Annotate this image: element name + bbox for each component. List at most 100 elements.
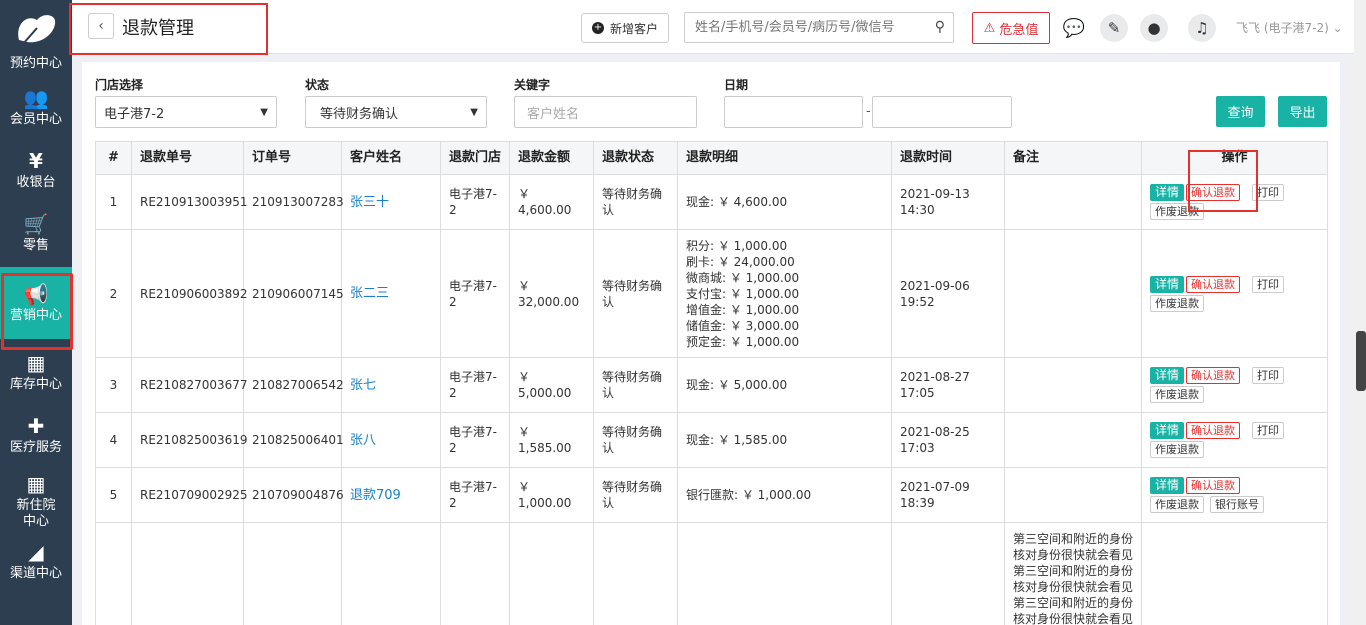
- table-row: 1 RE210913003951 210913007283 张三十 电子港7-2…: [95, 174, 1328, 230]
- sidebar-item-members[interactable]: 👥 会员中心: [0, 76, 72, 139]
- wechat-icon[interactable]: 💬: [1060, 14, 1088, 42]
- sidebar-item-retail[interactable]: 🛒 零售: [0, 202, 72, 265]
- highlight-box-actions: [1188, 150, 1258, 212]
- confirm-refund-button[interactable]: 确认退款: [1186, 422, 1241, 439]
- danger-value-button[interactable]: ⚠ 危急值: [972, 12, 1050, 44]
- user-name: 飞飞 (电子港7-2): [1236, 21, 1329, 35]
- cell-index: [95, 522, 132, 625]
- cell-note: 第三空间和附近的身份核对身份很快就会看见第三空间和附近的身份核对身份很快就会看见…: [1004, 522, 1142, 625]
- bank-account-button[interactable]: 银行账号: [1210, 496, 1264, 513]
- table-row: 5 RE210709002925 210709004876 退款709 电子港7…: [95, 467, 1328, 523]
- cell-status: [593, 522, 678, 625]
- cell-customer: [341, 522, 441, 625]
- col-header-amount: 退款金额: [509, 141, 594, 175]
- detail-line: 现金: ￥ 4,600.00: [686, 195, 788, 209]
- cell-detail: 现金: ￥ 5,000.00: [677, 357, 892, 413]
- page-scrollbar[interactable]: [1354, 0, 1366, 625]
- customer-link[interactable]: 张二三: [350, 286, 389, 301]
- cell-amount: ￥ 1,585.00: [509, 412, 594, 468]
- sidebar-item-label: 预约中心: [9, 56, 62, 71]
- medkit-icon: ✚: [27, 414, 45, 438]
- sidebar-item-hospital[interactable]: ▦ 新住院中心: [0, 467, 72, 535]
- confirm-refund-button[interactable]: 确认退款: [1186, 275, 1241, 293]
- cell-refund-no: RE210827003677: [131, 357, 248, 413]
- cell-amount: ￥ 4,600.00: [509, 174, 594, 230]
- cell-note: [1004, 467, 1142, 523]
- scrollbar-thumb[interactable]: [1356, 331, 1366, 391]
- print-button[interactable]: 打印: [1252, 422, 1285, 439]
- cell-detail: 现金: ￥ 1,585.00: [677, 412, 892, 468]
- col-header-status: 退款状态: [593, 141, 678, 175]
- export-button[interactable]: 导出: [1278, 96, 1327, 127]
- void-refund-button[interactable]: 作废退款: [1150, 294, 1204, 312]
- print-button[interactable]: 打印: [1252, 367, 1285, 384]
- customer-link[interactable]: 张八: [350, 433, 376, 448]
- void-refund-button[interactable]: 作废退款: [1150, 386, 1204, 403]
- cell-index: 2: [95, 229, 132, 358]
- user-menu[interactable]: 飞飞 (电子港7-2) ⌄: [1236, 19, 1343, 36]
- cell-actions: 详情 确认退款 作废退款 银行账号: [1141, 467, 1328, 523]
- cell-refund-no: [131, 522, 244, 625]
- print-button[interactable]: 打印: [1252, 275, 1285, 293]
- confirm-refund-button[interactable]: 确认退款: [1186, 367, 1241, 384]
- cell-note: [1004, 412, 1142, 468]
- chevron-down-icon: ⌄: [1332, 21, 1343, 35]
- cell-customer: 张三十: [341, 174, 441, 230]
- danger-value-label: 危急值: [999, 22, 1039, 38]
- new-customer-button[interactable]: + 新增客户: [581, 13, 670, 43]
- store-select-value: 电子港7-2: [104, 106, 165, 122]
- query-button[interactable]: 查询: [1216, 96, 1265, 127]
- group-icon[interactable]: ●: [1140, 14, 1168, 42]
- cell-actions: 详情 确认退款 打印 作废退款: [1141, 412, 1328, 468]
- detail-button[interactable]: 详情: [1150, 275, 1185, 293]
- void-refund-button[interactable]: 作废退款: [1150, 496, 1204, 513]
- customer-link[interactable]: 退款709: [350, 488, 401, 503]
- sidebar-item-channels[interactable]: ◢ 渠道中心: [0, 535, 72, 581]
- cell-order-no: 210906007145: [243, 229, 344, 358]
- sidebar-item-inventory[interactable]: ▦ 库存中心: [0, 341, 72, 404]
- cell-store: 电子港7-2: [440, 174, 510, 230]
- global-search[interactable]: ⚲: [684, 12, 954, 43]
- customer-link[interactable]: 张七: [350, 378, 376, 393]
- sidebar-item-appointment[interactable]: 预约中心: [0, 56, 72, 76]
- alert-icon: ⚠: [983, 20, 996, 36]
- sitemap-icon: ◢: [28, 540, 44, 564]
- bell-icon[interactable]: ♫: [1188, 14, 1216, 42]
- cell-note: [1004, 357, 1142, 413]
- detail-line: 现金: ￥ 5,000.00: [686, 378, 788, 392]
- cell-store: 电子港7-2: [440, 357, 510, 413]
- notes-icon[interactable]: ✎: [1100, 14, 1128, 42]
- sidebar-item-medical[interactable]: ✚ 医疗服务: [0, 404, 72, 467]
- date-end-input[interactable]: [872, 96, 1012, 128]
- table-row: 第三空间和附近的身份核对身份很快就会看见第三空间和附近的身份核对身份很快就会看见…: [95, 522, 1328, 625]
- detail-button[interactable]: 详情: [1150, 184, 1185, 201]
- users-icon: 👥: [23, 86, 49, 110]
- cell-time: 2021-08-25 17:03: [891, 412, 1005, 468]
- void-refund-button[interactable]: 作废退款: [1150, 441, 1204, 458]
- keyword-input[interactable]: 客户姓名: [514, 96, 697, 128]
- status-select[interactable]: 等待财务确认 ▼: [305, 96, 487, 128]
- confirm-refund-button[interactable]: 确认退款: [1186, 477, 1241, 494]
- date-start-input[interactable]: [724, 96, 863, 128]
- cell-note: [1004, 174, 1142, 230]
- search-icon[interactable]: ⚲: [935, 19, 945, 35]
- store-select[interactable]: 电子港7-2 ▼: [95, 96, 277, 128]
- customer-link[interactable]: 张三十: [350, 195, 389, 210]
- cell-order-no: [243, 522, 342, 625]
- chevron-down-icon: ▼: [260, 106, 268, 118]
- sidebar-item-label: 收银台: [16, 175, 56, 190]
- detail-button[interactable]: 详情: [1150, 422, 1185, 439]
- top-header: ‹ 退款管理 + 新增客户 ⚲ ⚠ 危急值 💬 ✎ ● ♫ 飞飞 (电子港7-2…: [69, 0, 1354, 55]
- detail-line: 储值金: ￥ 3,000.00: [686, 318, 800, 333]
- global-search-input[interactable]: [685, 13, 920, 42]
- sidebar-item-label: 零售: [22, 238, 49, 253]
- col-header-order-no: 订单号: [243, 141, 342, 175]
- sidebar-item-label: 会员中心: [9, 112, 62, 127]
- table-row: 2 RE210906003892 210906007145 张二三 电子港7-2…: [95, 229, 1328, 358]
- cell-detail: 积分: ￥ 1,000.00 刷卡: ￥ 24,000.00 微商城: ￥ 1,…: [677, 229, 892, 358]
- detail-button[interactable]: 详情: [1150, 367, 1185, 384]
- sidebar-item-cashier[interactable]: ¥ 收银台: [0, 139, 72, 202]
- date-label: 日期: [724, 78, 749, 92]
- detail-button[interactable]: 详情: [1150, 477, 1185, 494]
- cell-amount: ￥ 32,000.00: [509, 229, 594, 358]
